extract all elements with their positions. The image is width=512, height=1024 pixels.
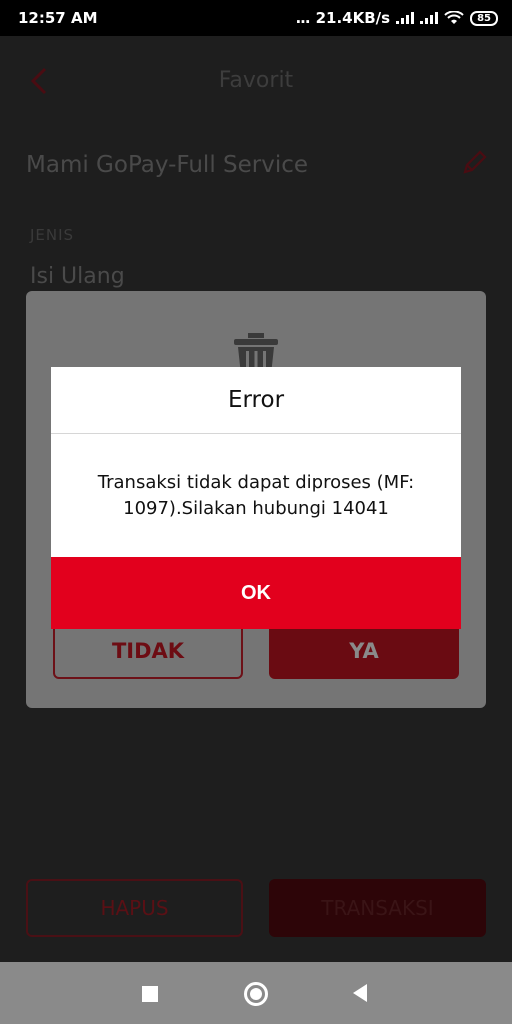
status-indicators: ... 21.4KB/s 85 (295, 9, 498, 27)
navigation-bar (0, 962, 512, 1024)
no-button[interactable]: TIDAK (53, 622, 243, 679)
error-title: Error (51, 367, 461, 434)
status-time: 12:57 AM (18, 9, 98, 27)
yes-button[interactable]: YA (269, 622, 459, 679)
page-title: Favorit (218, 68, 294, 93)
error-message: Transaksi tidak dapat diproses (MF: 1097… (97, 471, 415, 519)
delete-button[interactable]: HAPUS (26, 879, 243, 937)
network-speed: 21.4KB/s (315, 9, 391, 27)
ok-button[interactable]: OK (51, 557, 461, 629)
recent-apps-icon[interactable] (142, 986, 158, 1002)
transaction-button[interactable]: TRANSAKSI (269, 879, 486, 937)
type-label: JENIS (30, 226, 75, 244)
signal-icon (396, 12, 415, 24)
battery-icon: 85 (470, 10, 498, 26)
status-bar: 12:57 AM ... 21.4KB/s 85 (0, 0, 512, 36)
wifi-icon (444, 11, 464, 24)
type-value: Isi Ulang (30, 264, 125, 289)
error-dialog: Error Transaksi tidak dapat diproses (MF… (51, 367, 461, 629)
favorite-name: Mami GoPay-Full Service (26, 152, 309, 178)
status-dots: ... (295, 9, 310, 27)
edit-pencil-icon[interactable] (460, 149, 488, 177)
nav-back-icon[interactable] (353, 984, 367, 1002)
home-icon[interactable] (244, 982, 268, 1006)
signal-icon-2 (420, 12, 439, 24)
